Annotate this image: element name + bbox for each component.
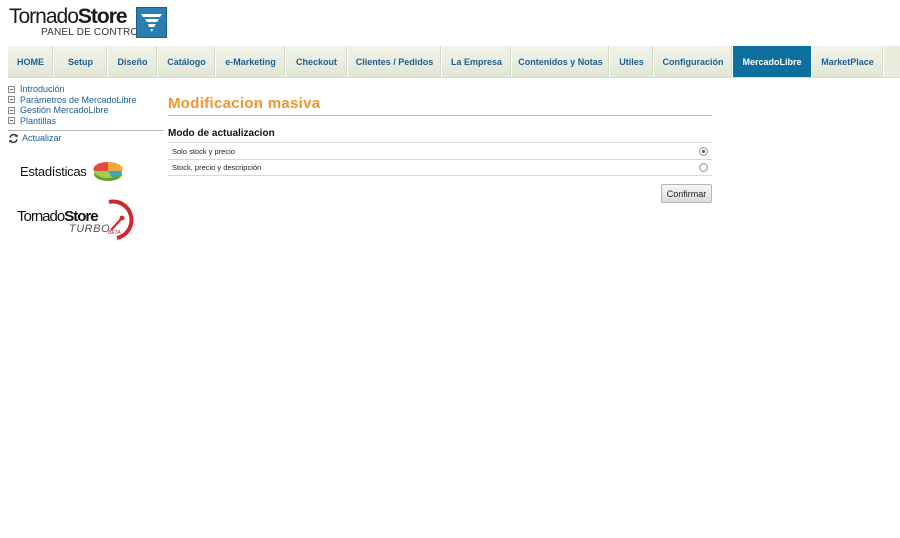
sidebar-item-label: Introdución xyxy=(20,84,65,95)
tab-catalogo[interactable]: Catálogo xyxy=(158,46,216,77)
option-label: Solo stock y precio xyxy=(172,146,235,156)
radio-solo-stock-precio[interactable] xyxy=(699,146,708,156)
refresh-label: Actualizar xyxy=(22,133,62,143)
option-row-stock-precio[interactable]: Solo stock y precio xyxy=(168,142,712,159)
collapse-box-icon xyxy=(8,85,15,93)
tab-configuracion[interactable]: Configuración xyxy=(654,46,733,77)
form-actions: Confirmar xyxy=(168,184,712,203)
main-content: Modificacion masiva Modo de actualizacio… xyxy=(168,95,712,203)
sidebar-item-label: Parámetros de MercadoLibre xyxy=(20,94,137,105)
tornado-icon xyxy=(136,7,167,38)
collapse-box-icon xyxy=(8,96,15,104)
sidebar-item-label: Gestión MercadoLibre xyxy=(20,105,109,116)
tab-home[interactable]: HOME xyxy=(8,46,54,77)
tab-e-marketing[interactable]: e-Marketing xyxy=(216,46,286,77)
main-nav: HOME Setup Diseño Catálogo e-Marketing C… xyxy=(8,46,900,78)
option-label: Stock, precio y descripción xyxy=(172,163,262,172)
tab-utiles[interactable]: Utiles xyxy=(610,46,654,77)
sidebar-item-label: Plantillas xyxy=(20,115,57,126)
collapse-box-icon xyxy=(8,117,15,125)
title-divider xyxy=(168,115,712,116)
sidebar-item-plantillas[interactable]: Plantillas xyxy=(8,116,164,127)
confirm-button[interactable]: Confirmar xyxy=(661,184,712,203)
tab-la-empresa[interactable]: La Empresa xyxy=(442,46,512,77)
stats-label: Estadísticas xyxy=(20,164,87,179)
sidebar-divider xyxy=(8,130,164,131)
page-title: Modificacion masiva xyxy=(168,95,321,112)
tab-diseno[interactable]: Diseño xyxy=(108,46,158,77)
logo-subtitle: PANEL DE CONTROL xyxy=(41,27,145,38)
sidebar: Introdución Parámetros de MercadoLibre G… xyxy=(8,84,164,240)
tab-checkout[interactable]: Checkout xyxy=(286,46,348,77)
sidebar-item-introducion[interactable]: Introdución xyxy=(8,84,164,95)
refresh-link[interactable]: Actualizar xyxy=(8,132,164,144)
section-label: Modo de actualizacion xyxy=(168,128,275,139)
tab-clientes-pedidos[interactable]: Clientes / Pedidos xyxy=(348,46,442,77)
stats-link[interactable]: Estadísticas xyxy=(20,158,130,186)
speedometer-icon xyxy=(108,199,134,240)
tornadostore-logo[interactable]: TornadoStore PANEL DE CONTROL xyxy=(9,5,167,40)
collapse-box-icon xyxy=(8,106,15,114)
option-row-stock-precio-descripcion[interactable]: Stock, precio y descripción xyxy=(168,159,712,176)
tab-marketplace[interactable]: MarketPlace xyxy=(812,46,884,77)
tab-contenidos-y-notas[interactable]: Contenidos y Notas xyxy=(512,46,610,77)
sidebar-item-parametros[interactable]: Parámetros de MercadoLibre xyxy=(8,95,164,106)
radio-stock-precio-descripcion[interactable] xyxy=(699,163,708,172)
refresh-icon xyxy=(9,133,18,143)
sidebar-item-gestion[interactable]: Gestión MercadoLibre xyxy=(8,105,164,116)
pie-chart-icon xyxy=(93,161,123,181)
logo-wordmark: TornadoStore xyxy=(9,5,128,28)
tab-setup[interactable]: Setup xyxy=(54,46,108,77)
tab-mercadolibre[interactable]: MercadoLibre xyxy=(733,46,812,77)
tornadostore-turbo-link[interactable]: TornadoStore TURBO BETA xyxy=(17,194,137,242)
